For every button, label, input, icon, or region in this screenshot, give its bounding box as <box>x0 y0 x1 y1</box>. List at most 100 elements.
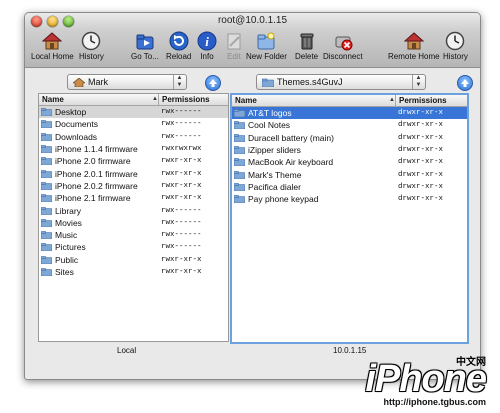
file-row[interactable]: Library rwx------ <box>39 204 228 216</box>
file-permissions: drwxr-xr-x <box>398 121 444 130</box>
local-home-button[interactable]: Local Home <box>31 31 74 63</box>
reload-icon <box>169 31 189 51</box>
delete-button[interactable]: Delete <box>295 31 318 63</box>
file-row[interactable]: iPhone 1.1.4 firmware rwxrwxrwx <box>39 143 228 155</box>
local-path-popup[interactable]: Mark ▲ ▼ <box>67 74 187 90</box>
remote-file-browser[interactable]: Name ▲ Permissions AT&T logos drwxr-xr-x C… <box>230 93 469 344</box>
local-name-column[interactable]: Name <box>42 94 64 105</box>
file-permissions: drwxr-xr-x <box>398 170 444 179</box>
popup-arrows-icon: ▲ ▼ <box>412 75 424 89</box>
new-folder-button[interactable]: New Folder <box>246 31 287 63</box>
file-name: iPhone 2.1 firmware <box>55 193 131 204</box>
remote-permissions-column[interactable]: Permissions <box>395 95 447 106</box>
folder-icon <box>234 195 245 204</box>
file-name: Movies <box>55 217 82 228</box>
file-row[interactable]: Desktop rwx------ <box>39 106 228 119</box>
folder-icon <box>41 145 52 154</box>
disconnect-button[interactable]: Disconnect <box>323 31 363 63</box>
file-row[interactable]: Movies rwx------ <box>39 217 228 229</box>
folder-icon <box>41 157 52 166</box>
edit-button[interactable]: Edit <box>224 31 244 63</box>
file-row[interactable]: Music rwx------ <box>39 229 228 241</box>
file-permissions: drwxr-xr-x <box>398 146 444 155</box>
remote-home-button[interactable]: Remote Home <box>388 31 440 63</box>
file-row[interactable]: Mark's Theme drwxr-xr-x <box>232 168 467 180</box>
file-permissions: rwx------ <box>161 120 202 129</box>
file-row[interactable]: AT&T logos drwxr-xr-x <box>232 107 467 120</box>
file-name: Pictures <box>55 242 86 253</box>
remote-history-button[interactable]: History <box>443 31 468 63</box>
watermark-cn: 中文网 <box>456 357 486 368</box>
folder-icon <box>41 243 52 252</box>
file-row[interactable]: iPhone 2.0.1 firmware rwxr-xr-x <box>39 167 228 179</box>
arrow-up-icon <box>461 79 469 87</box>
file-row[interactable]: Cool Notes drwxr-xr-x <box>232 119 467 131</box>
folder-icon <box>41 255 52 264</box>
file-permissions: rwxr-xr-x <box>161 268 202 276</box>
house-icon <box>42 32 63 50</box>
file-permissions: rwx------ <box>161 231 202 240</box>
file-row[interactable]: iPhone 2.1 firmware rwxr-xr-x <box>39 192 228 204</box>
folder-icon <box>234 170 245 179</box>
local-file-list: Desktop rwx------ Documents rwx------ Downlo… <box>39 106 228 278</box>
local-column-header: Name ▲ Permissions <box>39 94 228 106</box>
folder-icon <box>41 268 52 276</box>
file-row[interactable]: iZipper sliders drwxr-xr-x <box>232 144 467 156</box>
file-permissions: rwx------ <box>161 132 202 141</box>
file-row[interactable]: Pictures rwx------ <box>39 241 228 253</box>
remote-name-column[interactable]: Name <box>235 95 257 106</box>
file-name: iPhone 2.0.2 firmware <box>55 180 138 191</box>
window-title: root@10.0.1.15 <box>217 15 288 26</box>
folder-icon <box>262 78 274 87</box>
file-permissions: rwxr-xr-x <box>161 255 202 264</box>
disconnect-icon <box>335 36 353 51</box>
file-row[interactable]: MacBook Air keyboard drwxr-xr-x <box>232 156 467 168</box>
iphone-watermark: 中文网 iPhone http://iphone.tgbus.com <box>365 357 487 407</box>
file-permissions: drwxr-xr-x <box>398 158 444 167</box>
folder-icon <box>41 182 52 190</box>
reload-button[interactable]: Reload <box>166 31 191 63</box>
remote-file-list: AT&T logos drwxr-xr-x Cool Notes drwxr-xr-x… <box>232 107 467 205</box>
file-row[interactable]: Duracell battery (main) drwxr-xr-x <box>232 132 467 144</box>
local-permissions-column[interactable]: Permissions <box>158 94 210 105</box>
new-folder-icon <box>257 32 275 50</box>
remote-up-button[interactable] <box>457 75 473 91</box>
file-permissions: rwx------ <box>161 218 202 227</box>
file-permissions: rwxr-xr-x <box>161 169 202 178</box>
local-up-button[interactable] <box>205 75 221 91</box>
folder-icon <box>41 206 52 215</box>
popup-arrows-icon: ▲ ▼ <box>173 75 185 89</box>
file-row[interactable]: Pacifica dialer drwxr-xr-x <box>232 181 467 193</box>
file-row[interactable]: Documents rwx------ <box>39 118 228 130</box>
file-permissions: drwxr-xr-x <box>398 133 444 142</box>
remote-column-header: Name ▲ Permissions <box>232 95 467 107</box>
ftp-window: root@10.0.1.15 Local Home History Go To.… <box>24 12 481 380</box>
file-row[interactable]: iPhone 2.0.2 firmware rwxr-xr-x <box>39 180 228 192</box>
title-bar: root@10.0.1.15 <box>25 13 480 30</box>
remote-pane-label: 10.0.1.15 <box>333 346 367 355</box>
file-row[interactable]: iPhone 2.0 firmware rwxr-xr-x <box>39 155 228 167</box>
folder-icon <box>234 121 245 130</box>
folder-icon <box>41 219 52 227</box>
house-icon <box>403 32 424 50</box>
clock-icon <box>446 31 465 51</box>
trash-icon <box>300 33 314 50</box>
folder-icon <box>41 132 52 141</box>
file-name: Downloads <box>55 131 98 142</box>
file-name: Sites <box>55 267 74 277</box>
file-row[interactable]: Sites rwxr-xr-x <box>39 266 228 278</box>
folder-icon <box>41 194 52 203</box>
file-row[interactable]: Pay phone keypad drwxr-xr-x <box>232 193 467 205</box>
go-to-button[interactable]: Go To... <box>131 31 159 63</box>
file-permissions: rwxr-xr-x <box>161 157 202 166</box>
file-permissions: rwx------ <box>161 206 202 215</box>
remote-path-popup[interactable]: Themes.s4GuvJ ▲ ▼ <box>256 74 426 90</box>
file-row[interactable]: Downloads rwx------ <box>39 131 228 143</box>
info-button[interactable]: i Info <box>197 31 217 63</box>
file-permissions: drwxr-xr-x <box>398 182 444 191</box>
file-row[interactable]: Public rwxr-xr-x <box>39 254 228 266</box>
local-history-button[interactable]: History <box>79 31 104 63</box>
local-file-browser[interactable]: Name ▲ Permissions Desktop rwx------ Docum… <box>38 93 229 342</box>
file-permissions: rwxr-xr-x <box>161 181 202 190</box>
arrow-up-icon <box>209 79 217 87</box>
